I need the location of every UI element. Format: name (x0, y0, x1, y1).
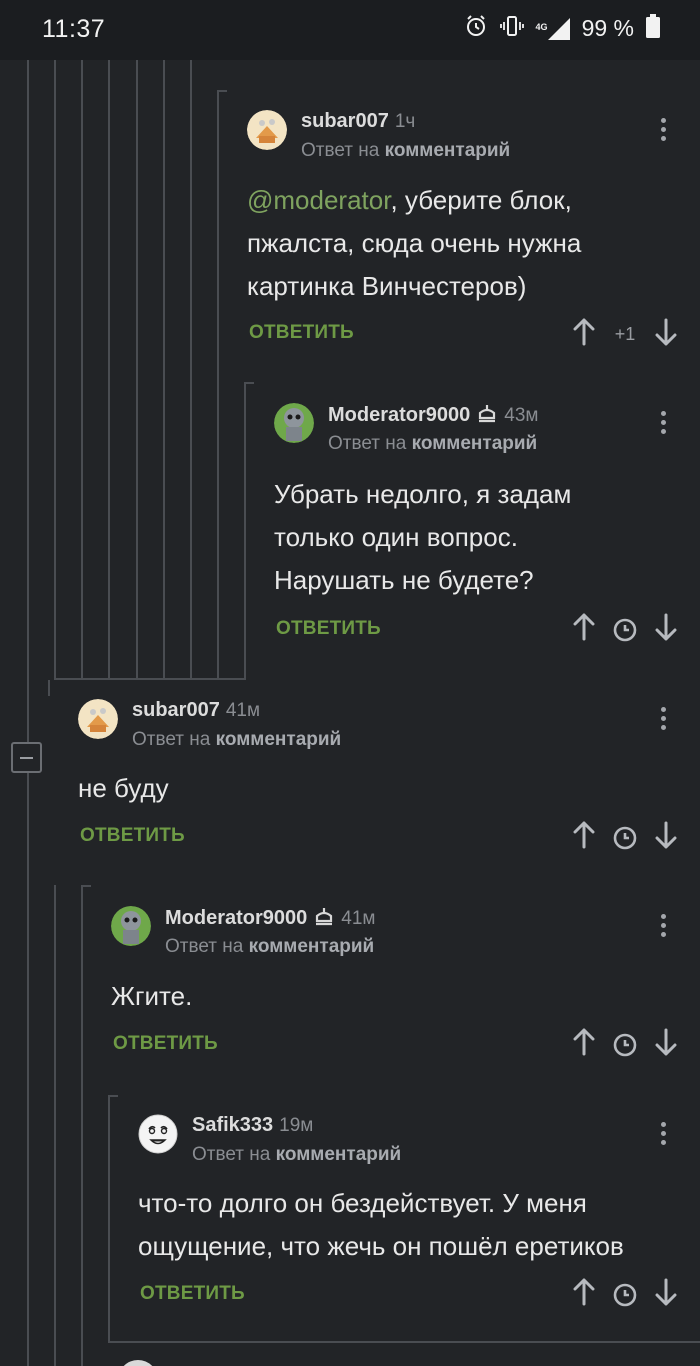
downvote-icon[interactable] (654, 821, 678, 854)
comment-time: 1ч (394, 111, 416, 132)
moderator-badge-icon (313, 906, 335, 931)
username[interactable]: Moderator9000 (328, 404, 470, 426)
vibrate-icon (499, 14, 524, 43)
reply-to: Ответ на комментарий (328, 433, 538, 454)
clock-icon (596, 618, 654, 642)
signal-icon: 4G (535, 17, 570, 40)
downvote-icon[interactable] (654, 1028, 678, 1061)
clock-icon (596, 1033, 654, 1057)
avatar[interactable] (247, 110, 287, 150)
mention-link[interactable]: @moderator (247, 185, 390, 215)
comment: Safik333 19м Ответ на комментарий что-то … (138, 1114, 687, 1314)
reply-to: Ответ на комментарий (192, 1144, 402, 1165)
upvote-icon[interactable] (572, 821, 596, 854)
comment-time: 19м (279, 1115, 314, 1136)
reply-button[interactable]: ОТВЕТИТЬ (249, 322, 354, 344)
upvote-icon[interactable] (572, 1028, 596, 1061)
username[interactable]: subar007 (301, 110, 389, 132)
more-options-icon[interactable] (661, 1122, 667, 1148)
comment-text: что-то долго он бездействует. У меня ощу… (138, 1188, 624, 1261)
downvote-icon[interactable] (654, 318, 678, 351)
avatar[interactable] (138, 1114, 178, 1154)
reply-target-link[interactable]: комментарий (276, 1144, 402, 1165)
status-bar: 11:37 4G 99 % (0, 0, 700, 60)
downvote-icon[interactable] (654, 613, 678, 646)
reply-target-link[interactable]: комментарий (385, 140, 511, 161)
reply-button[interactable]: ОТВЕТИТЬ (113, 1033, 218, 1055)
more-options-icon[interactable] (661, 118, 667, 144)
rating-count: +1 (614, 324, 636, 344)
username[interactable]: subar007 (132, 699, 220, 721)
reply-button[interactable]: ОТВЕТИТЬ (80, 825, 185, 847)
avatar[interactable] (111, 906, 151, 946)
clock-icon (596, 1283, 654, 1307)
moderator-badge-icon (476, 403, 498, 428)
username[interactable]: Moderator9000 (165, 907, 307, 929)
reply-target-link[interactable]: комментарий (249, 936, 375, 957)
comment: Moderator9000 41м Ответ на комментарий Жг… (111, 906, 687, 1066)
clock-icon (596, 826, 654, 850)
avatar[interactable] (78, 699, 118, 739)
comment-text: @moderator, уберите блок, пжалста, сюда … (247, 185, 582, 301)
reply-button[interactable]: ОТВЕТИТЬ (140, 1283, 245, 1305)
comment: Moderator9000 43м Ответ на комментарий Уб… (274, 403, 687, 643)
more-options-icon[interactable] (661, 707, 667, 733)
alarm-icon (464, 14, 488, 43)
comment-time: 41м (341, 908, 376, 929)
reply-target-link[interactable]: комментарий (412, 433, 538, 454)
reply-to: Ответ на комментарий (165, 936, 375, 957)
battery-percent: 99 % (581, 15, 634, 41)
network-type: 4G (535, 21, 548, 32)
avatar[interactable] (274, 403, 314, 443)
comment-text: не буду (78, 773, 169, 803)
comment: subar007 1ч Ответ на комментарий @moderat… (247, 110, 687, 350)
comment: subar007 41м Ответ на комментарий не буду… (78, 699, 687, 859)
battery-icon (646, 14, 660, 43)
reply-to: Ответ на комментарий (301, 140, 511, 161)
more-options-icon[interactable] (661, 411, 667, 437)
upvote-icon[interactable] (572, 613, 596, 646)
status-time: 11:37 (42, 15, 106, 43)
reply-to: Ответ на комментарий (132, 729, 342, 750)
avatar[interactable] (118, 1360, 158, 1366)
reply-target-link[interactable]: комментарий (216, 729, 342, 750)
reply-button[interactable]: ОТВЕТИТЬ (276, 618, 381, 640)
comment-text: Жгите. (111, 981, 193, 1011)
more-options-icon[interactable] (661, 914, 667, 940)
comment-time: 41м (225, 700, 261, 721)
username[interactable]: Safik333 (192, 1114, 273, 1136)
comment-time: 43м (504, 405, 539, 426)
collapse-thread-button[interactable] (11, 742, 42, 773)
comment-text: Убрать недолго, я задам только один вопр… (274, 479, 572, 595)
upvote-icon[interactable] (572, 1278, 596, 1311)
upvote-icon[interactable] (572, 318, 596, 351)
downvote-icon[interactable] (654, 1278, 678, 1311)
